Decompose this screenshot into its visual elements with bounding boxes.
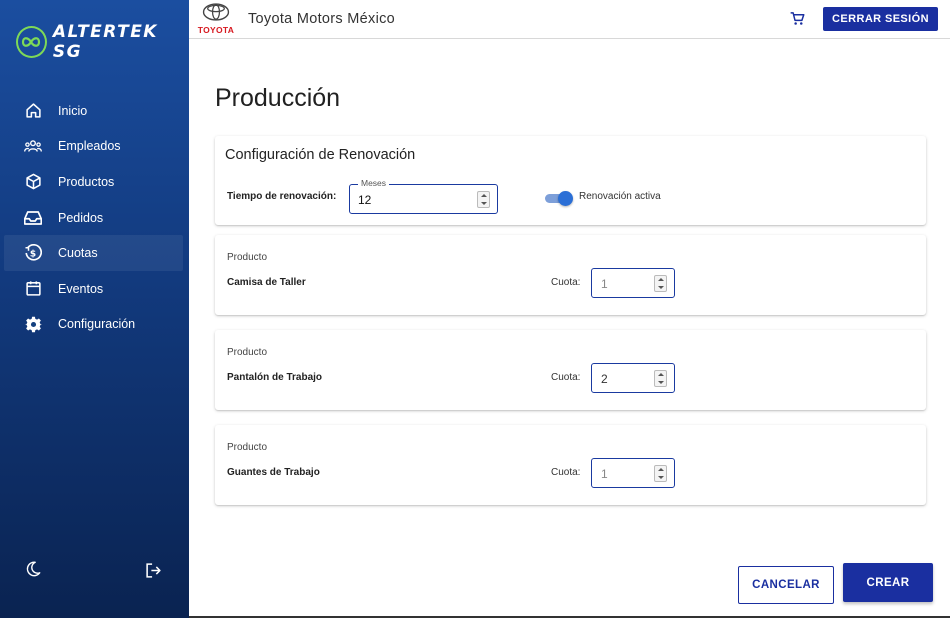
people-icon [24, 137, 42, 155]
sidebar-item-empleados[interactable]: Empleados [4, 129, 183, 165]
sidebar-item-inicio[interactable]: Inicio [4, 93, 183, 129]
quota-label: Cuota: [551, 277, 581, 288]
spinner-down-icon[interactable] [480, 201, 487, 205]
spinner-down-icon[interactable] [657, 285, 664, 289]
inbox-icon [24, 209, 42, 227]
infinity-logo-icon [16, 26, 47, 58]
switch-label: Renovación activa [579, 191, 661, 202]
home-icon [24, 102, 42, 120]
sidebar-item-productos[interactable]: Productos [4, 164, 183, 200]
switch-thumb[interactable] [558, 191, 573, 206]
product-name: Camisa de Taller [227, 277, 306, 288]
toyota-wordmark: TOYOTA [197, 25, 235, 35]
quota-label: Cuota: [551, 467, 581, 478]
sidebar-item-label: Inicio [58, 103, 88, 118]
months-value[interactable]: 12 [358, 193, 458, 207]
sidebar-footer [0, 560, 189, 584]
spinner-up-icon[interactable] [657, 373, 664, 377]
brand-logo[interactable]: ALTERTEK SG [16, 22, 189, 62]
number-spinner[interactable] [654, 465, 667, 482]
quota-input[interactable]: 1 [591, 268, 675, 298]
page-title: Producción [215, 84, 341, 112]
product-name: Guantes de Trabajo [227, 467, 320, 478]
calendar-icon [24, 280, 42, 298]
quota-input[interactable]: 1 [591, 458, 675, 488]
product-card: Producto Guantes de Trabajo Cuota: 1 [215, 425, 926, 505]
spinner-up-icon[interactable] [657, 278, 664, 282]
spinner-up-icon[interactable] [657, 468, 664, 472]
product-caption: Producto [227, 442, 268, 453]
sidebar-item-label: Eventos [58, 281, 104, 296]
svg-text:$: $ [30, 250, 36, 260]
logout-icon[interactable] [145, 562, 162, 584]
sidebar-item-label: Cuotas [58, 246, 98, 261]
cart-icon[interactable] [790, 11, 805, 31]
number-spinner[interactable] [654, 370, 667, 387]
renewal-time-label: Tiempo de renovación: [227, 191, 337, 202]
number-spinner[interactable] [477, 191, 490, 208]
sidebar-item-label: Configuración [58, 317, 136, 332]
sidebar-item-label: Pedidos [58, 210, 104, 225]
moon-icon[interactable] [24, 560, 42, 583]
sidebar-item-cuotas[interactable]: $ Cuotas [4, 235, 183, 271]
months-legend: Meses [358, 178, 390, 188]
card-title: Configuración de Renovación [225, 147, 416, 163]
spinner-down-icon[interactable] [657, 380, 664, 384]
spinner-down-icon[interactable] [657, 475, 664, 479]
number-spinner[interactable] [654, 275, 667, 292]
company-name: Toyota Motors México [248, 11, 396, 27]
toyota-emblem-icon [202, 3, 230, 25]
sidebar: ALTERTEK SG Inicio Empleados Productos P… [0, 0, 189, 618]
quota-value[interactable]: 2 [601, 372, 608, 386]
money-icon: $ [24, 244, 42, 262]
quota-value[interactable]: 1 [601, 277, 608, 291]
product-name: Pantalón de Trabajo [227, 372, 323, 383]
gear-icon [24, 315, 42, 333]
logout-button[interactable]: CERRAR SESIÓN [823, 7, 938, 31]
create-button[interactable]: CREAR [843, 563, 933, 602]
box-icon [24, 173, 42, 191]
quota-value[interactable]: 1 [601, 467, 608, 481]
months-input[interactable]: Meses 12 [349, 178, 498, 214]
brand-name: ALTERTEK SG [52, 22, 158, 62]
cancel-button[interactable]: CANCELAR [738, 566, 834, 604]
sidebar-item-eventos[interactable]: Eventos [4, 271, 183, 307]
toyota-logo: TOYOTA [195, 3, 237, 35]
quota-input[interactable]: 2 [591, 363, 675, 393]
sidebar-nav: Inicio Empleados Productos Pedidos $ Cuo… [4, 93, 183, 342]
renewal-config-card: Configuración de Renovación Tiempo de re… [215, 136, 926, 225]
top-header: TOYOTA Toyota Motors México CERRAR SESIÓ… [189, 0, 950, 39]
renewal-active-switch[interactable] [545, 191, 573, 206]
product-caption: Producto [227, 347, 268, 358]
product-card: Producto Pantalón de Trabajo Cuota: 2 [215, 330, 926, 410]
quota-label: Cuota: [551, 372, 581, 383]
product-caption: Producto [227, 252, 268, 263]
sidebar-item-pedidos[interactable]: Pedidos [4, 200, 183, 236]
product-card: Producto Camisa de Taller Cuota: 1 [215, 235, 926, 315]
spinner-up-icon[interactable] [480, 194, 487, 198]
sidebar-item-label: Productos [58, 174, 115, 189]
sidebar-item-configuracion[interactable]: Configuración [4, 307, 183, 343]
sidebar-item-label: Empleados [58, 139, 121, 154]
